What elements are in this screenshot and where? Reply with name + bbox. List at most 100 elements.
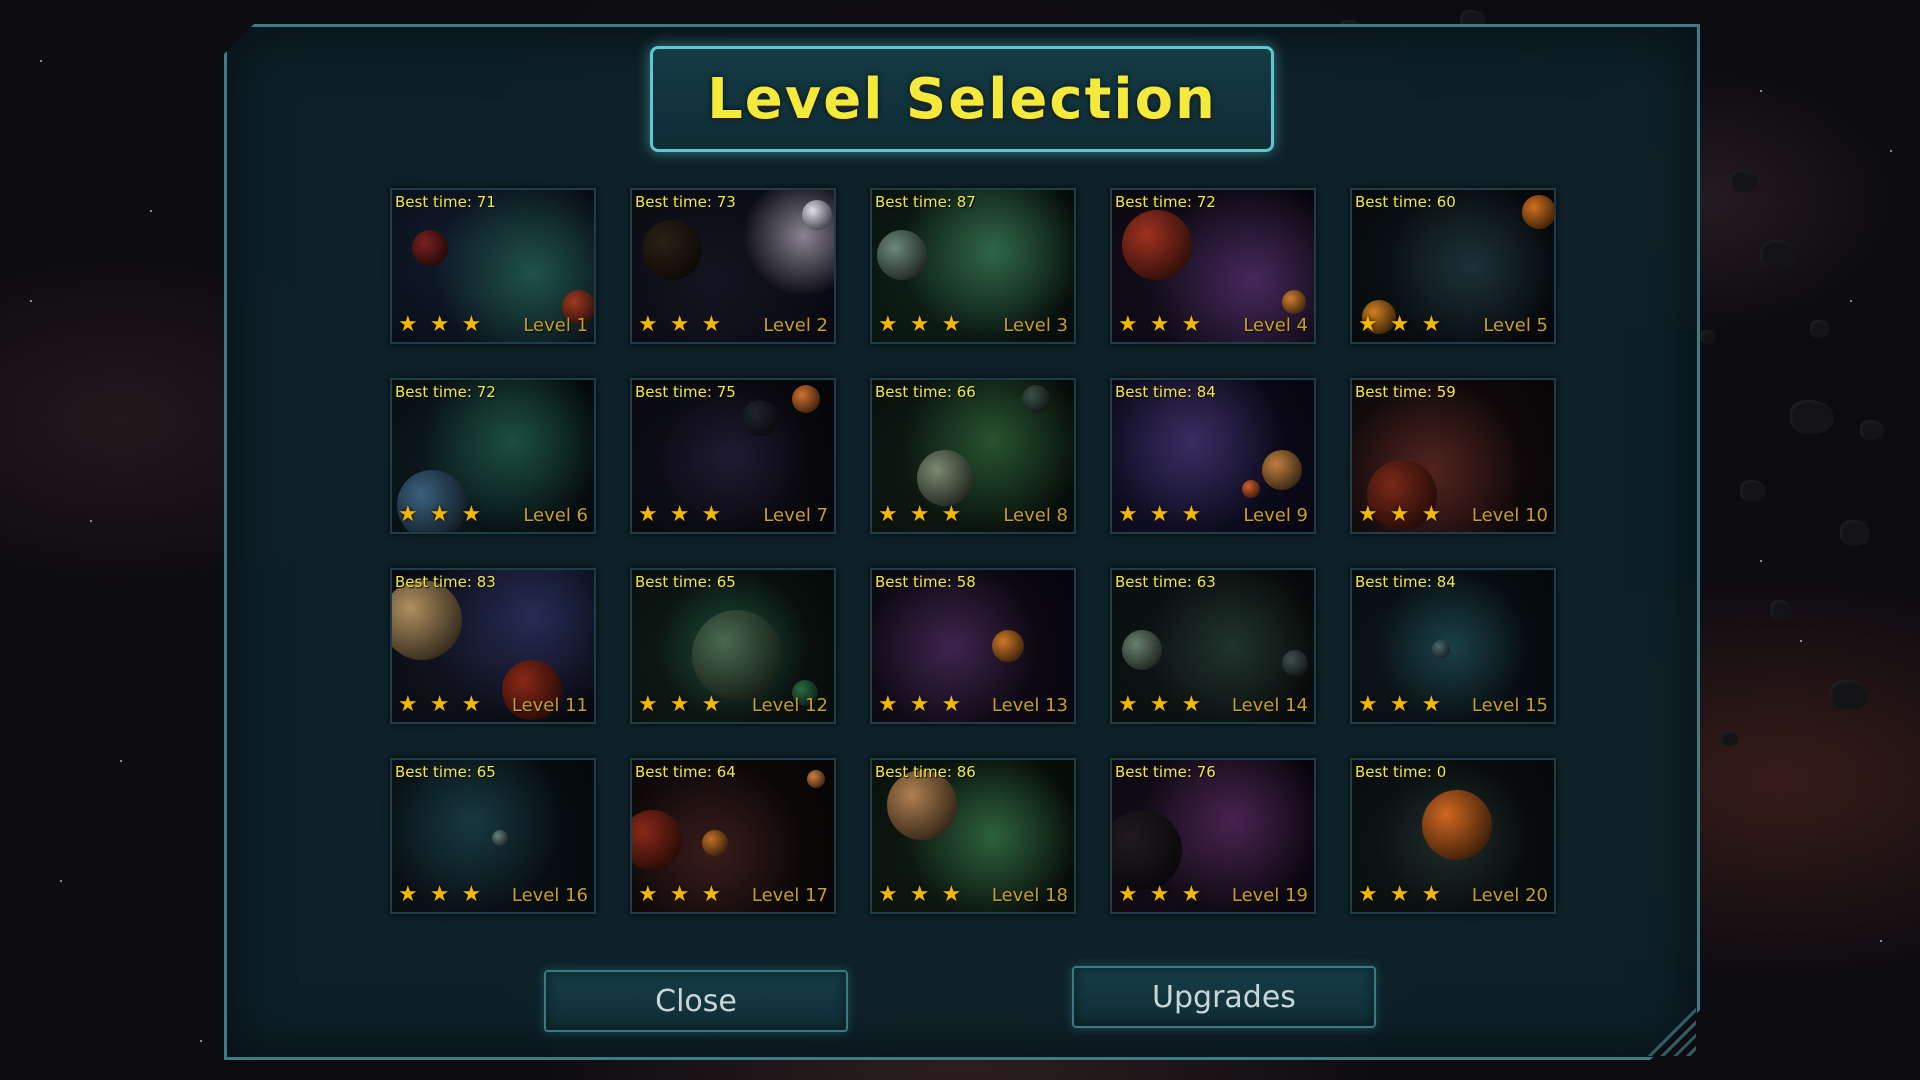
level-label: Level 19 (1231, 885, 1308, 906)
best-time-label: Best time: 0 (1355, 763, 1447, 781)
star-icon: ★ (429, 502, 450, 527)
asteroid (1740, 480, 1766, 502)
level-tile[interactable]: Best time: 84 ★ ★ ★ Level 15 (1350, 568, 1556, 724)
level-tile[interactable]: Best time: 71 ★ ★ ★ Level 1 (390, 188, 596, 344)
level-tile[interactable]: Best time: 76 ★ ★ ★ Level 19 (1110, 758, 1316, 914)
star-icon: ★ (429, 882, 450, 907)
star-icon: ★ (429, 692, 450, 717)
star-icon: ★ (398, 692, 418, 717)
upgrades-button[interactable]: Upgrades (1072, 966, 1376, 1028)
star-rating: ★ ★ ★ (1358, 694, 1441, 716)
star-icon: ★ (1181, 502, 1202, 527)
level-tile[interactable]: Best time: 58 ★ ★ ★ Level 13 (870, 568, 1076, 724)
best-time-label: Best time: 71 (395, 193, 496, 211)
level-label: Level 2 (763, 315, 828, 336)
star-icon: ★ (1181, 882, 1202, 907)
planet-image (702, 830, 728, 856)
star-icon: ★ (878, 692, 898, 717)
star-rating: ★ ★ ★ (1358, 314, 1441, 336)
best-time-label: Best time: 65 (635, 573, 736, 591)
star-icon: ★ (701, 502, 722, 527)
best-time-label: Best time: 65 (395, 763, 496, 781)
level-tile[interactable]: Best time: 65 ★ ★ ★ Level 12 (630, 568, 836, 724)
best-time-label: Best time: 73 (635, 193, 736, 211)
star-icon: ★ (701, 882, 722, 907)
best-time-label: Best time: 75 (635, 383, 736, 401)
planet-image (492, 830, 508, 846)
star-icon: ★ (1358, 882, 1378, 907)
level-tile[interactable]: Best time: 83 ★ ★ ★ Level 11 (390, 568, 596, 724)
star-icon: ★ (669, 692, 690, 717)
level-label: Level 13 (991, 695, 1068, 716)
planet-image (807, 770, 825, 788)
star-icon: ★ (1149, 502, 1170, 527)
star-icon: ★ (669, 312, 690, 337)
background-star (1880, 940, 1882, 942)
star-icon: ★ (1389, 882, 1410, 907)
star-icon: ★ (398, 882, 418, 907)
best-time-label: Best time: 84 (1355, 573, 1456, 591)
star-icon: ★ (1421, 882, 1442, 907)
level-tile[interactable]: Best time: 65 ★ ★ ★ Level 16 (390, 758, 596, 914)
best-time-label: Best time: 83 (395, 573, 496, 591)
star-icon: ★ (909, 692, 930, 717)
background-star (1890, 150, 1892, 152)
level-label: Level 3 (1003, 315, 1068, 336)
level-label: Level 12 (751, 695, 828, 716)
level-tile[interactable]: Best time: 0 ★ ★ ★ Level 20 (1350, 758, 1556, 914)
star-icon: ★ (1149, 882, 1170, 907)
star-icon: ★ (1181, 692, 1202, 717)
planet-image (1122, 630, 1162, 670)
star-icon: ★ (909, 502, 930, 527)
star-icon: ★ (1181, 312, 1202, 337)
level-tile[interactable]: Best time: 87 ★ ★ ★ Level 3 (870, 188, 1076, 344)
star-rating: ★ ★ ★ (1118, 694, 1201, 716)
star-icon: ★ (461, 312, 482, 337)
level-tile[interactable]: Best time: 66 ★ ★ ★ Level 8 (870, 378, 1076, 534)
level-tile[interactable]: Best time: 63 ★ ★ ★ Level 14 (1110, 568, 1316, 724)
level-label: Level 10 (1471, 505, 1548, 526)
star-rating: ★ ★ ★ (638, 314, 721, 336)
star-rating: ★ ★ ★ (1118, 314, 1201, 336)
level-tile[interactable]: Best time: 59 ★ ★ ★ Level 10 (1350, 378, 1556, 534)
close-button[interactable]: Close (544, 970, 848, 1032)
level-tile[interactable]: Best time: 75 ★ ★ ★ Level 7 (630, 378, 836, 534)
level-label: Level 1 (523, 315, 588, 336)
planet-image (1522, 195, 1554, 229)
background-star (200, 1040, 202, 1042)
planet-image (1422, 790, 1492, 860)
level-tile[interactable]: Best time: 64 ★ ★ ★ Level 17 (630, 758, 836, 914)
star-icon: ★ (1358, 312, 1378, 337)
star-icon: ★ (1358, 502, 1378, 527)
planet-image (1122, 210, 1192, 280)
star-icon: ★ (1118, 312, 1138, 337)
best-time-label: Best time: 59 (1355, 383, 1456, 401)
level-tile[interactable]: Best time: 86 ★ ★ ★ Level 18 (870, 758, 1076, 914)
star-icon: ★ (1389, 692, 1410, 717)
best-time-label: Best time: 87 (875, 193, 976, 211)
level-tile[interactable]: Best time: 84 ★ ★ ★ Level 9 (1110, 378, 1316, 534)
star-icon: ★ (1389, 502, 1410, 527)
star-icon: ★ (1118, 692, 1138, 717)
planet-image (642, 220, 702, 280)
star-rating: ★ ★ ★ (878, 504, 961, 526)
best-time-label: Best time: 86 (875, 763, 976, 781)
level-tile[interactable]: Best time: 73 ★ ★ ★ Level 2 (630, 188, 836, 344)
star-icon: ★ (941, 502, 962, 527)
planet-image (742, 400, 778, 436)
star-icon: ★ (461, 882, 482, 907)
star-rating: ★ ★ ★ (1118, 884, 1201, 906)
level-label: Level 14 (1231, 695, 1308, 716)
best-time-label: Best time: 66 (875, 383, 976, 401)
level-label: Level 17 (751, 885, 828, 906)
level-tile[interactable]: Best time: 72 ★ ★ ★ Level 6 (390, 378, 596, 534)
level-tile[interactable]: Best time: 60 ★ ★ ★ Level 5 (1350, 188, 1556, 344)
planet-image (877, 230, 927, 280)
level-tile[interactable]: Best time: 72 ★ ★ ★ Level 4 (1110, 188, 1316, 344)
star-icon: ★ (461, 502, 482, 527)
star-rating: ★ ★ ★ (398, 314, 481, 336)
background-star (90, 520, 92, 522)
star-icon: ★ (638, 502, 658, 527)
planet-image (1432, 640, 1450, 658)
level-label: Level 5 (1483, 315, 1548, 336)
